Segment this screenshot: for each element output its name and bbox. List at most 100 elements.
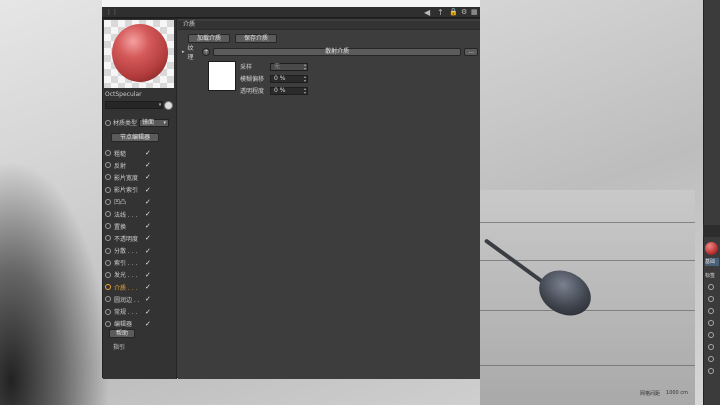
animation-radio-icon[interactable] (105, 247, 111, 254)
strip-tab-basic[interactable]: 基础 (705, 258, 719, 266)
spinner-icon[interactable]: ▴ ▾ (304, 74, 306, 83)
animation-radio-icon[interactable] (105, 259, 111, 266)
radio-icon[interactable] (708, 356, 714, 362)
material-name-field[interactable] (105, 101, 163, 109)
save-medium-button[interactable]: 保存介质 (235, 34, 277, 43)
radio-icon[interactable] (708, 284, 714, 290)
animation-radio-icon[interactable] (105, 271, 111, 278)
help-button[interactable]: 帮助 (109, 329, 135, 338)
channel-label[interactable]: 常规 . . . (114, 307, 142, 316)
channel-label[interactable]: 圆润边 . . (114, 295, 142, 304)
channel-label[interactable]: 影片宽度 (114, 173, 142, 182)
spinner-icon[interactable]: ▴ ▾ (304, 86, 306, 95)
radio-icon[interactable] (708, 296, 714, 302)
animation-radio-icon[interactable] (105, 235, 111, 242)
animation-radio-icon[interactable] (105, 150, 111, 157)
channel-row[interactable]: 发光 . . . ✓ (105, 269, 175, 281)
guide-label[interactable]: 指引 (113, 342, 125, 351)
animation-radio-icon[interactable] (105, 211, 111, 218)
material-preview[interactable] (104, 20, 174, 88)
checkbox-check-icon[interactable]: ✓ (145, 271, 151, 279)
chevron-down-icon[interactable]: ▾ (157, 101, 163, 109)
checkbox-check-icon[interactable]: ✓ (145, 186, 151, 194)
checkbox-check-icon[interactable]: ✓ (145, 222, 151, 230)
samples-field[interactable]: 无 ▴ ▾ (270, 62, 308, 71)
channel-label[interactable]: 法线 . . . (114, 210, 142, 219)
channel-label[interactable]: 分散 . . . (114, 246, 142, 255)
channel-label[interactable]: 影片索引 (114, 185, 142, 194)
checkbox-check-icon[interactable]: ✓ (145, 308, 151, 316)
checkbox-check-icon[interactable]: ✓ (145, 295, 151, 303)
checkbox-check-icon[interactable]: ✓ (145, 161, 151, 169)
channel-row[interactable]: 圆润边 . . ✓ (105, 293, 175, 305)
animation-radio-icon[interactable] (105, 308, 111, 315)
radio-icon[interactable] (708, 368, 714, 374)
checkbox-check-icon[interactable]: ✓ (145, 320, 151, 328)
radio-icon[interactable] (708, 344, 714, 350)
arrow-left-icon[interactable]: ◀ (424, 8, 430, 17)
channel-label[interactable]: 发光 . . . (114, 270, 142, 279)
strip-tab-tag[interactable]: 标签 (705, 272, 719, 280)
channel-row[interactable]: 影片索引 ✓ (105, 184, 175, 196)
channel-row[interactable]: 索引 . . . ✓ (105, 257, 175, 269)
lock-icon[interactable]: 🔒 (449, 8, 458, 17)
blur-offset-field[interactable]: 0 % ▴ ▾ (270, 74, 308, 83)
animation-radio-icon[interactable] (105, 223, 111, 230)
checkbox-check-icon[interactable]: ✓ (145, 247, 151, 255)
animation-radio-icon[interactable] (105, 320, 111, 327)
channel-row[interactable]: 凹凸 ✓ (105, 196, 175, 208)
channel-label[interactable]: 不透明度 (114, 234, 142, 243)
checkbox-check-icon[interactable]: ✓ (145, 259, 151, 267)
channel-label[interactable]: 编辑器 (114, 319, 142, 328)
animation-radio-icon[interactable] (105, 162, 111, 169)
channel-row[interactable]: 法线 . . . ✓ (105, 208, 175, 220)
grid-icon[interactable]: ▦ (471, 8, 478, 17)
animation-radio-icon[interactable] (105, 174, 111, 181)
channel-row[interactable]: 编辑器 ✓ (105, 318, 175, 330)
animation-radio-icon[interactable] (105, 284, 111, 291)
channel-label[interactable]: 粗糙 (114, 149, 142, 158)
material-name[interactable]: OctSpecular (105, 91, 175, 99)
checkbox-check-icon[interactable]: ✓ (145, 210, 151, 218)
channel-row[interactable]: 反射 ✓ (105, 159, 175, 171)
add-texture-button[interactable]: + (202, 48, 211, 56)
radio-icon[interactable] (708, 308, 714, 314)
node-editor-button[interactable]: 节点编辑器 (111, 133, 159, 142)
animation-radio-icon[interactable] (105, 119, 111, 126)
animation-radio-icon[interactable] (105, 198, 111, 205)
checkbox-check-icon[interactable]: ✓ (145, 173, 151, 181)
animation-radio-icon[interactable] (105, 186, 111, 193)
channel-label[interactable]: 置换 (114, 222, 142, 231)
texture-slot-button[interactable]: 散射介质 (213, 48, 462, 56)
channel-row[interactable]: 介质 . . . ✓ (105, 281, 175, 293)
channel-row[interactable]: 常规 . . . ✓ (105, 305, 175, 317)
checkbox-check-icon[interactable]: ✓ (145, 198, 151, 206)
section-title: 介质 (178, 21, 480, 30)
checkbox-check-icon[interactable]: ✓ (145, 149, 151, 157)
settings-icon[interactable]: ⚙ (461, 8, 467, 17)
arrow-up-icon[interactable]: ↑ (437, 8, 444, 17)
channel-label[interactable]: 反射 (114, 161, 142, 170)
animation-radio-icon[interactable] (105, 296, 111, 303)
channel-label[interactable]: 凹凸 (114, 197, 142, 206)
checkbox-check-icon[interactable]: ✓ (145, 234, 151, 242)
checkbox-check-icon[interactable]: ✓ (145, 283, 151, 291)
channel-label[interactable]: 索引 . . . (114, 258, 142, 267)
channel-row[interactable]: 不透明度 ✓ (105, 232, 175, 244)
material-type-select[interactable]: 镜面 ▾ (139, 118, 170, 127)
material-thumbnail-small[interactable] (705, 242, 718, 255)
channel-row[interactable]: 置换 ✓ (105, 220, 175, 232)
texture-more-button[interactable]: ... (464, 48, 478, 56)
load-medium-button[interactable]: 加载介质 (188, 34, 230, 43)
channel-label[interactable]: 介质 . . . (114, 283, 142, 292)
channel-row[interactable]: 分散 . . . ✓ (105, 245, 175, 257)
expand-arrow-icon[interactable]: ▸ (182, 49, 185, 55)
radio-icon[interactable] (708, 332, 714, 338)
channel-row[interactable]: 影片宽度 ✓ (105, 171, 175, 183)
medium-color-swatch[interactable] (208, 61, 236, 91)
channel-row[interactable]: 粗糙 ✓ (105, 147, 175, 159)
transparency-field[interactable]: 0 % ▴ ▾ (270, 86, 308, 95)
eyedropper-icon[interactable] (164, 101, 173, 110)
menu-handle-icon[interactable]: ⋮⋮ (106, 8, 118, 17)
radio-icon[interactable] (708, 320, 714, 326)
